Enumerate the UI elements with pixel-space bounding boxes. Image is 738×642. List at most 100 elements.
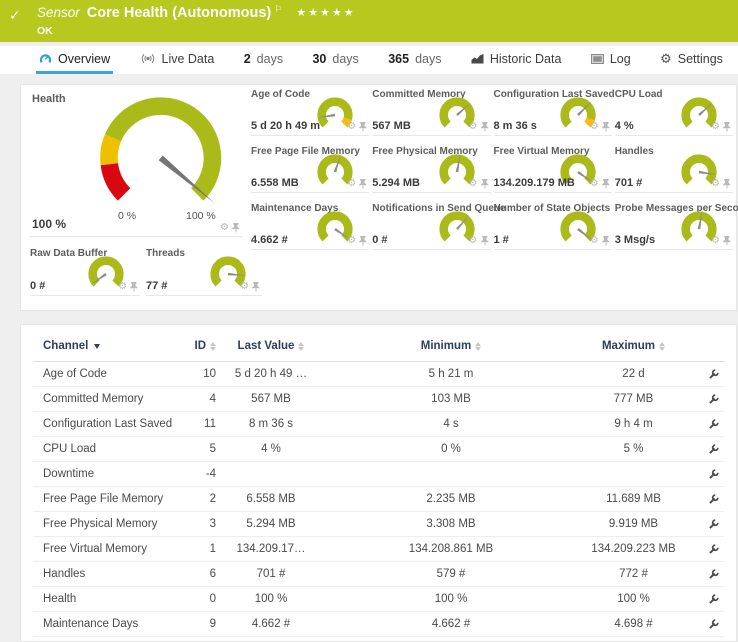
pin-icon[interactable] [602,236,610,246]
channel-settings-wrench-icon[interactable] [707,468,720,481]
channel-gauge-cell[interactable]: Free Virtual Memory 134.209.179 MB ⚙ [494,146,612,193]
tab-settings[interactable]: ⚙ Settings [657,46,726,74]
table-row: Maintenance Days 9 4.662 # 4.662 # 4.698… [33,612,724,637]
pin-icon[interactable] [481,122,489,132]
gear-icon[interactable]: ⚙ [118,282,127,292]
cell-id: -4 [191,468,216,480]
channel-settings-wrench-icon[interactable] [707,568,720,581]
cell-icons: ⚙ [469,179,489,189]
gear-icon[interactable]: ⚙ [240,282,249,292]
gauge-scale-min: 0 % [118,210,136,222]
channel-gauge-cell[interactable]: Maintenance Days 4.662 # ⚙ [251,203,369,250]
cell-channel: Maintenance Days [33,618,191,630]
tab-365-days[interactable]: 365 days [385,46,444,74]
column-header-maximum[interactable]: Maximum [576,340,691,352]
pin-icon[interactable] [481,179,489,189]
gauge-value: 0 # [30,280,45,292]
tab-overview[interactable]: Overview [36,46,113,74]
tab-2-days[interactable]: 2 days [241,46,286,74]
tab-30-days[interactable]: 30 days [309,46,361,74]
channel-settings-wrench-icon[interactable] [707,443,720,456]
pin-icon[interactable] [723,122,731,132]
channel-settings-wrench-icon[interactable] [707,543,720,556]
gear-icon[interactable]: ⚙ [711,179,720,189]
column-header-minimum[interactable]: Minimum [326,340,576,352]
pin-icon[interactable] [232,223,240,233]
channel-gauge-cell[interactable]: Notifications in Send Queue 0 # ⚙ [372,203,490,250]
gear-icon[interactable]: ⚙ [711,236,720,246]
cell-maximum: 777 MB [576,393,691,405]
gear-icon[interactable]: ⚙ [711,122,720,132]
cell-maximum: 9 h 4 m [576,418,691,430]
tab-label: Log [610,52,631,66]
channel-settings-wrench-icon[interactable] [707,418,720,431]
gear-icon[interactable]: ⚙ [347,122,356,132]
gauge-value: 134.209.179 MB [494,177,575,189]
priority-stars[interactable]: ★★★★★ [296,6,355,19]
gear-icon[interactable]: ⚙ [469,122,478,132]
tab-log[interactable]: Log [588,46,634,74]
tab-live-data[interactable]: Live Data [137,46,218,74]
gear-icon[interactable]: ⚙ [347,236,356,246]
channel-gauge-grid: Age of Code 5 d 20 h 49 m ⚙ Committed Me… [251,89,733,250]
gear-icon[interactable]: ⚙ [469,179,478,189]
channel-gauge-cell[interactable]: Handles 701 # ⚙ [615,146,733,193]
pin-icon[interactable] [359,122,367,132]
channel-settings-wrench-icon[interactable] [707,618,720,631]
pin-icon[interactable] [359,236,367,246]
gauge-value: 1 # [494,234,509,246]
channel-gauge-cell[interactable]: Free Physical Memory 5.294 MB ⚙ [372,146,490,193]
cell-minimum: 579 # [326,568,576,580]
sort-icon [475,342,481,351]
tab-historic-data[interactable]: Historic Data [468,46,565,74]
gauge-value: 3 Msg/s [615,234,655,246]
object-kind-label: Sensor [37,5,80,20]
cell-channel: Committed Memory [33,393,191,405]
pin-icon[interactable] [723,236,731,246]
gear-icon[interactable]: ⚙ [469,236,478,246]
pin-icon[interactable] [359,179,367,189]
channel-settings-wrench-icon[interactable] [707,368,720,381]
column-header-id[interactable]: ID [191,340,216,352]
channel-gauge-cell[interactable]: Threads 77 # ⚙ [146,248,262,296]
channel-settings-wrench-icon[interactable] [707,518,720,531]
cell-minimum: 103 MB [326,393,576,405]
channel-gauge-cell[interactable]: Raw Data Buffer 0 # ⚙ [30,248,140,296]
cell-last-value: 8 m 36 s [216,418,326,430]
channel-gauge-cell[interactable]: Committed Memory 567 MB ⚙ [372,89,490,136]
gear-icon[interactable]: ⚙ [590,122,599,132]
table-row: Downtime -4 [33,462,724,487]
channel-settings-wrench-icon[interactable] [707,593,720,606]
pin-icon[interactable] [252,282,260,292]
health-gauge-cell[interactable]: Health 0 % 100 % 100 % ⚙ [30,91,242,237]
pin-icon[interactable] [723,179,731,189]
gear-icon[interactable]: ⚙ [590,236,599,246]
channel-gauge-cell[interactable]: Probe Messages per Second 3 Msg/s ⚙ [615,203,733,250]
cell-id: 3 [191,518,216,530]
channel-settings-wrench-icon[interactable] [707,493,720,506]
column-header-last-value[interactable]: Last Value [216,340,326,352]
channel-settings-wrench-icon[interactable] [707,393,720,406]
column-header-channel[interactable]: Channel [33,340,191,352]
table-row: Handles 6 701 # 579 # 772 # [33,562,724,587]
table-row: Free Page File Memory 2 6.558 MB 2.235 M… [33,487,724,512]
gear-icon[interactable]: ⚙ [590,179,599,189]
pin-icon[interactable] [602,122,610,132]
channel-gauge-cell[interactable]: Configuration Last Saved 8 m 36 s ⚙ [494,89,612,136]
pin-icon[interactable] [481,236,489,246]
pin-icon[interactable] [130,282,138,292]
cell-id: 1 [191,543,216,555]
channel-gauge-cell[interactable]: CPU Load 4 % ⚙ [615,89,733,136]
cell-icons: ⚙ [711,236,731,246]
cell-icons: ⚙ [347,179,367,189]
pin-icon[interactable] [602,179,610,189]
tab-number: 30 [312,52,326,66]
gear-icon[interactable]: ⚙ [220,223,229,233]
cell-last-value: 4.662 # [216,618,326,630]
channel-gauge-cell[interactable]: Age of Code 5 d 20 h 49 m ⚙ [251,89,369,136]
channel-gauge-cell[interactable]: Number of State Objects 1 # ⚙ [494,203,612,250]
gear-icon[interactable]: ⚙ [347,179,356,189]
sensor-title: Core Health (Autonomous) [87,5,271,21]
table-row: Health 0 100 % 100 % 100 % [33,587,724,612]
channel-gauge-cell[interactable]: Free Page File Memory 6.558 MB ⚙ [251,146,369,193]
